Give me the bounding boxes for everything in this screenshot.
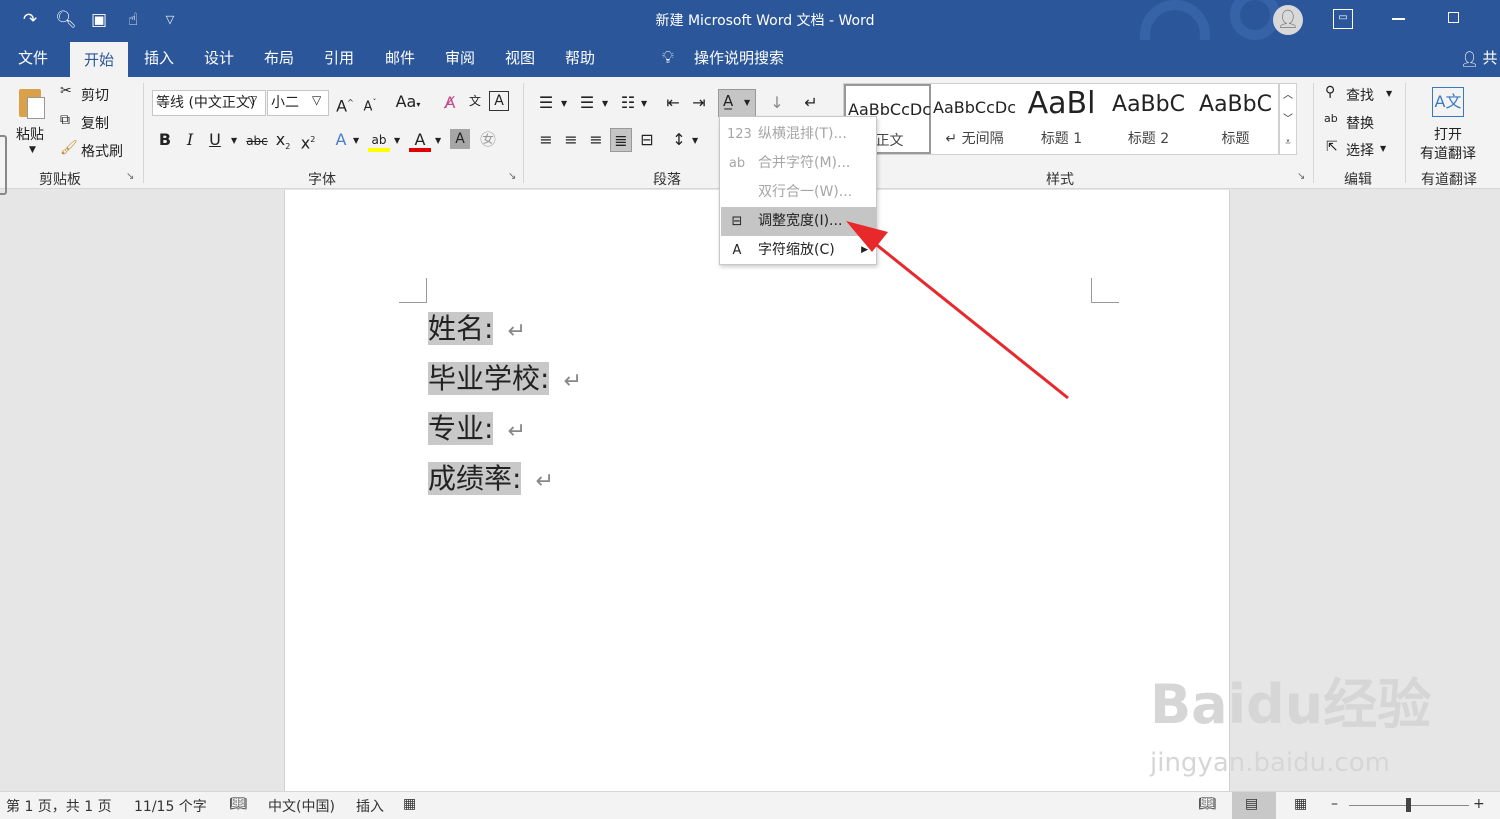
arrow-shaft bbox=[867, 236, 1069, 400]
watermark: Baidu经验 jingyan.baidu.com bbox=[1150, 660, 1431, 790]
zoom-in-button[interactable]: + bbox=[1473, 796, 1485, 812]
status-bar: 第 1 页，共 1 页 11/15 个字 📖︎ 中文(中国) 插入 ▦ 📖︎ ▤… bbox=[0, 791, 1500, 819]
web-layout-icon[interactable]: ▦ bbox=[1294, 796, 1307, 812]
read-mode-icon[interactable]: 📖︎ bbox=[1198, 796, 1216, 812]
proofing-icon[interactable]: 📖︎ bbox=[229, 796, 247, 812]
word-count[interactable]: 11/15 个字 bbox=[134, 796, 207, 816]
page-count[interactable]: 第 1 页，共 1 页 bbox=[6, 796, 112, 816]
watermark-url: jingyan.baidu.com bbox=[1150, 748, 1390, 778]
print-layout-icon: ▤ bbox=[1245, 796, 1259, 812]
language[interactable]: 中文(中国) bbox=[268, 796, 335, 816]
zoom-slider-thumb[interactable] bbox=[1406, 798, 1411, 812]
zoom-out-button[interactable]: – bbox=[1331, 796, 1338, 812]
insert-mode[interactable]: 插入 bbox=[356, 796, 384, 816]
macro-icon[interactable]: ▦ bbox=[403, 796, 416, 812]
watermark-text: Baidu经验 bbox=[1150, 673, 1432, 736]
